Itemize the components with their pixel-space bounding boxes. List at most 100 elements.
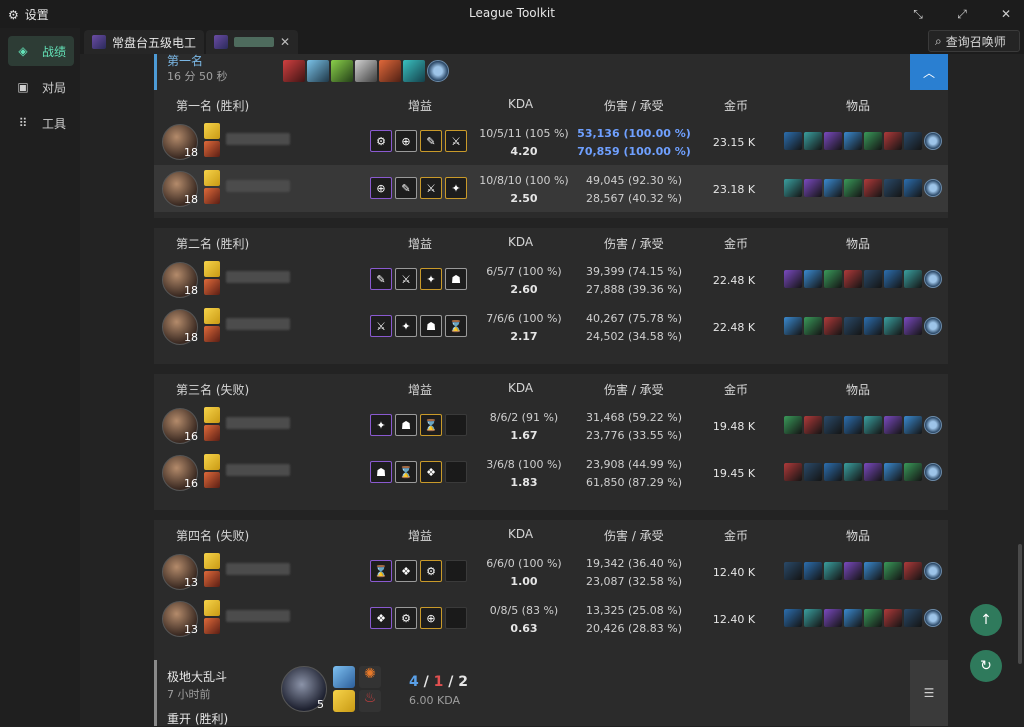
team-title: 第三名 (失败)	[176, 383, 250, 397]
summoner-spell-icon	[204, 618, 220, 634]
game-summary-card[interactable]: 极地大乱斗 7 小时前 重开 (胜利) 5 ✺ ♨ 4 / 1 / 2 6.00…	[154, 660, 948, 726]
tab-summoner-1[interactable]: 常盘台五级电工	[84, 30, 205, 54]
item-icon	[824, 270, 842, 288]
player-row[interactable]: 18 ⊕ ✎ ⚔ ✦ 10/8/10 (100 %) 2.50 49,045 (92.30 %…	[154, 165, 948, 212]
champion-level: 16	[184, 430, 198, 443]
sidebar-item-records[interactable]: ◈ 战绩	[8, 36, 74, 66]
item-icon	[884, 416, 902, 434]
tab-label-blurred	[234, 37, 274, 47]
kda-ratio: 6.00 KDA	[409, 694, 461, 707]
maximize-icon[interactable]: ⤢	[954, 6, 970, 22]
tab-label: 常盘台五级电工	[112, 35, 197, 50]
game-duration: 16 分 50 秒	[167, 70, 228, 83]
kda-ratio: 2.50	[510, 192, 538, 205]
team-title: 第一名 (胜利)	[176, 99, 250, 113]
item-icon	[864, 132, 882, 150]
gold-earned: 12.40 K	[712, 613, 756, 626]
augment-icon: ⊕	[420, 607, 442, 629]
kda-ratio: 0.63	[510, 622, 538, 635]
augment-icon: ⚙	[420, 560, 442, 582]
item-icon	[884, 562, 902, 580]
kda-detail: 10/8/10 (100 %)	[479, 174, 569, 187]
kda-detail: 6/6/0 (100 %)	[486, 557, 562, 570]
item-icon	[844, 132, 862, 150]
player-row[interactable]: 16 ☗ ⌛ ❖ 3/6/8 (100 %) 1.83 23,908 (44.99 %) 61…	[154, 449, 948, 496]
tab-summoner-2[interactable]: ✕	[206, 30, 299, 54]
player-row[interactable]: 18 ✎ ⚔ ✦ ☗ 6/5/7 (100 %) 2.60 39,399 (74.15 %) 2…	[154, 256, 948, 303]
augment-icon: ❖	[370, 607, 392, 629]
trinket-icon	[924, 270, 942, 288]
damage-dealt: 19,342 (36.40 %)	[585, 557, 682, 570]
augment-icon: ⊕	[395, 130, 417, 152]
arrow-up-icon[interactable]: ↑	[970, 604, 1002, 636]
summoner-spell-icon	[204, 170, 220, 186]
player-name-blurred	[226, 464, 290, 476]
item-icon	[824, 132, 842, 150]
sidebar-item-label: 战绩	[42, 44, 67, 59]
kda-ratio: 4.20	[510, 145, 538, 158]
augment-icon: ⌛	[445, 315, 467, 337]
damage-taken: 27,888 (39.36 %)	[585, 283, 682, 296]
item-icon	[844, 562, 862, 580]
items-header: 物品	[846, 529, 871, 543]
list-icon[interactable]: ☰	[910, 660, 948, 726]
item-icon	[804, 179, 822, 197]
augment-icon: ⊕	[370, 177, 392, 199]
player-row[interactable]: 18 ⚔ ✦ ☗ ⌛ 7/6/6 (100 %) 2.17 40,267 (75.78 %) 2…	[154, 303, 948, 350]
augment-icon	[445, 461, 467, 483]
refresh-icon[interactable]: ↻	[970, 650, 1002, 682]
damage-dealt: 53,136 (100.00 %)	[577, 127, 691, 140]
damage-dealt: 23,908 (44.99 %)	[585, 458, 682, 471]
scrollbar[interactable]	[1018, 544, 1022, 664]
search-summoner-button[interactable]: ⌕ 查询召唤师	[928, 30, 1020, 52]
item-icon	[904, 463, 922, 481]
close-icon[interactable]: ✕	[280, 35, 290, 49]
augment-icon: ⌛	[370, 560, 392, 582]
item-list	[784, 463, 942, 481]
item-icon	[884, 317, 902, 335]
gold-header: 金币	[724, 99, 749, 113]
item-icon	[824, 317, 842, 335]
kda-header: KDA	[508, 235, 534, 249]
augment-icon	[445, 607, 467, 629]
item-icon	[844, 270, 862, 288]
summoner-spell-icon	[204, 472, 220, 488]
minimize-icon[interactable]: ⤡	[910, 6, 926, 22]
item-icon	[784, 416, 802, 434]
kda-detail: 8/6/2 (91 %)	[489, 411, 559, 424]
sidebar-item-match[interactable]: ▣ 对局	[8, 72, 74, 102]
kda-detail: 10/5/11 (105 %)	[479, 127, 569, 140]
champion-level: 18	[184, 146, 198, 159]
close-icon[interactable]: ✕	[998, 6, 1014, 22]
kda-ratio: 2.60	[510, 283, 538, 296]
summoner-spell-icon	[204, 188, 220, 204]
deaths: 1	[433, 674, 444, 690]
kills: 4	[409, 674, 419, 690]
champion-level: 5	[317, 698, 324, 711]
item-icon	[784, 132, 802, 150]
item-icon	[844, 317, 862, 335]
augment-icon: ✎	[420, 130, 442, 152]
player-row[interactable]: 13 ❖ ⚙ ⊕ 0/8/5 (83 %) 0.63 13,325 (25.08 %) 20,…	[154, 595, 948, 642]
summoner-spell-snowball-icon	[333, 666, 355, 688]
gold-earned: 22.48 K	[712, 274, 756, 287]
items-header: 物品	[846, 237, 871, 251]
game-rank: 第一名	[167, 54, 204, 68]
kda-detail: 3/6/8 (100 %)	[486, 458, 562, 471]
item-icon	[824, 179, 842, 197]
augment-list: ⊕ ✎ ⚔ ✦	[370, 177, 467, 199]
augment-icon: ⚙	[395, 607, 417, 629]
kda-ratio: 1.83	[510, 476, 538, 489]
chevron-up-icon[interactable]: ︿	[910, 54, 948, 90]
trinket-icon	[924, 562, 942, 580]
summoner-spell-icon	[204, 407, 220, 423]
gold-header: 金币	[724, 383, 749, 397]
damage-dealt: 13,325 (25.08 %)	[585, 604, 682, 617]
player-row[interactable]: 18 ⚙ ⊕ ✎ ⚔ 10/5/11 (105 %) 4.20 53,136 (100.00 …	[154, 118, 948, 165]
item-icon	[784, 179, 802, 197]
sidebar-item-tools[interactable]: ⠿ 工具	[8, 108, 74, 138]
player-row[interactable]: 16 ✦ ☗ ⌛ 8/6/2 (91 %) 1.67 31,468 (59.22 %) 23,…	[154, 402, 948, 449]
item-icon	[864, 416, 882, 434]
item-list	[784, 609, 942, 627]
player-row[interactable]: 13 ⌛ ❖ ⚙ 6/6/0 (100 %) 1.00 19,342 (36.40 %) 23…	[154, 548, 948, 595]
